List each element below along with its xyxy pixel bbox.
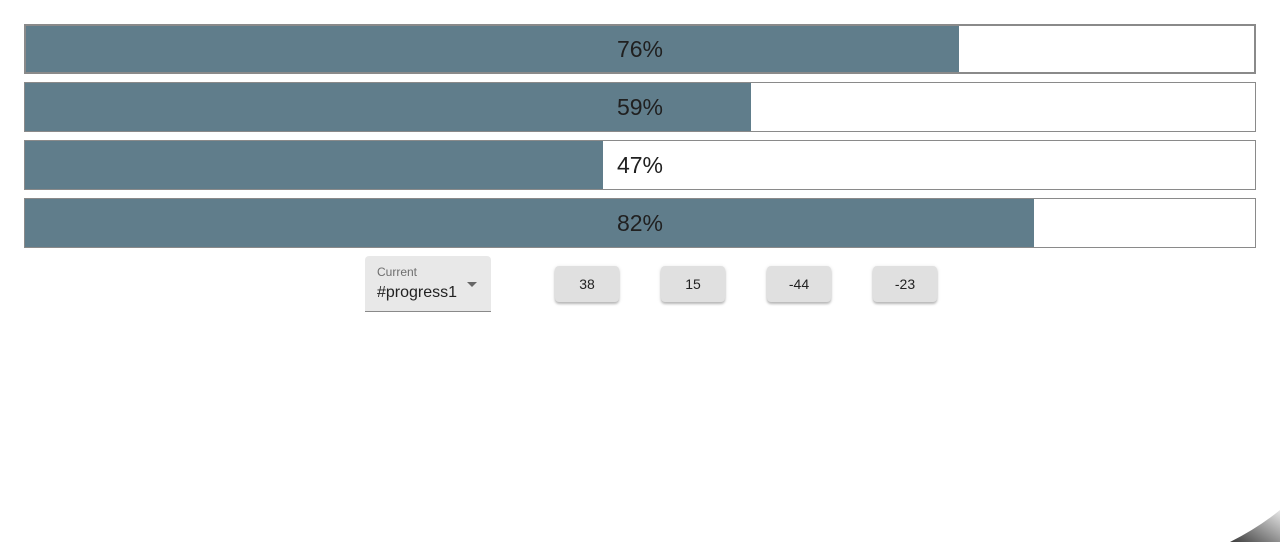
progress-bar-3: 47% [24,140,1256,190]
select-value: #progress1 [377,284,458,301]
page-curl-icon [1230,510,1280,542]
adjust-button-38[interactable]: 38 [555,266,619,302]
adjust-button-minus-23[interactable]: -23 [873,266,937,302]
adjust-button-15[interactable]: 15 [661,266,725,302]
progress-bar-1: 76% [24,24,1256,74]
progress-select[interactable]: Current #progress1 [365,256,491,312]
select-caption: Current [377,265,418,279]
progress-label: 59% [616,93,664,120]
progress-bar-list: 76% 59% 47% 82% [24,24,1256,256]
progress-label: 82% [616,209,664,236]
progress-label: 47% [616,151,664,178]
adjust-button-minus-44[interactable]: -44 [767,266,831,302]
progress-bar-4: 82% [24,198,1256,248]
progress-label: 76% [616,35,664,62]
progress-bar-2: 59% [24,82,1256,132]
controls-row: Current #progress1 38 15 -44 -23 [365,256,965,312]
chevron-down-icon[interactable] [467,282,477,287]
